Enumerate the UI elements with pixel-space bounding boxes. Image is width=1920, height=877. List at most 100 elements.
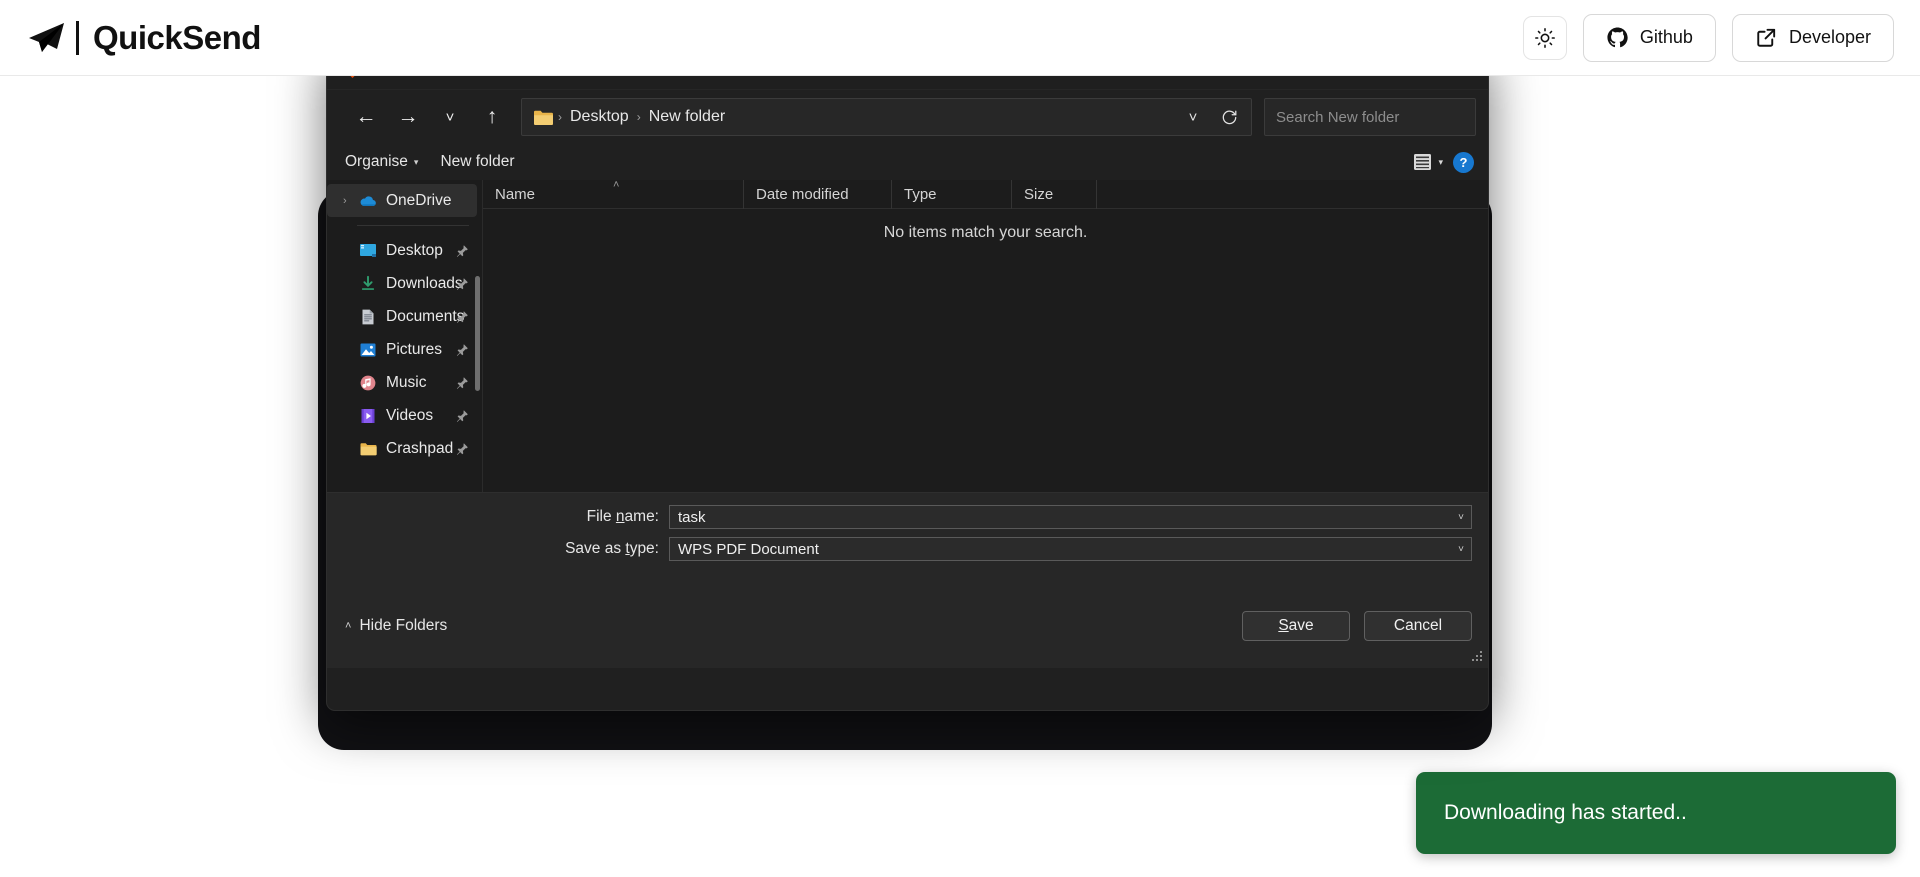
dialog-navbar: ← → ˅ ↑ › Desktop › New folder ˅ (327, 90, 1488, 144)
theme-toggle-button[interactable] (1522, 15, 1567, 60)
folder-icon (360, 442, 377, 455)
navigation-sidebar: › OneDrive Desktop Downloads Documents P… (327, 180, 483, 492)
dialog-command-bar: Organise ▾ New folder ▾ ? (327, 144, 1488, 180)
view-chevron-down-icon: ▾ (1438, 156, 1443, 167)
github-button-label: Github (1639, 27, 1693, 47)
refresh-icon[interactable] (1211, 100, 1247, 134)
sidebar-item-music[interactable]: Music (327, 366, 483, 399)
chevron-up-icon: ˄ (345, 620, 352, 632)
sun-icon (1534, 27, 1555, 48)
save-form: File name: task ˅ Save as type: WPS PDF … (327, 492, 1488, 584)
file-list: Name ˄ Date modified Type Size No items … (483, 178, 1488, 492)
empty-state-message: No items match your search. (883, 224, 1088, 241)
refresh-glyph (1222, 110, 1236, 124)
dialog-body: › OneDrive Desktop Downloads Documents P… (327, 178, 1488, 492)
sidebar-label-videos: Videos (386, 406, 434, 424)
sidebar-item-videos[interactable]: Videos (327, 399, 483, 432)
sidebar-item-pictures[interactable]: Pictures (327, 333, 483, 366)
brand-name: QuickSend (93, 18, 261, 56)
resize-grip-icon[interactable] (1471, 651, 1483, 663)
sidebar-divider (357, 225, 469, 226)
chevron-down-icon[interactable]: ˅ (1458, 544, 1467, 555)
breadcrumb-item-new-folder[interactable]: New folder (642, 103, 732, 131)
sidebar-scrollbar[interactable] (475, 276, 480, 391)
address-bar[interactable]: › Desktop › New folder ˅ (521, 98, 1252, 136)
github-button[interactable]: Github (1582, 13, 1716, 62)
sidebar-item-onedrive[interactable]: › OneDrive (327, 184, 477, 217)
external-link-icon (1757, 28, 1776, 47)
column-header-date-modified[interactable]: Date modified (743, 179, 891, 209)
sort-ascending-icon: ˄ (613, 178, 620, 191)
hide-folders-button[interactable]: ˄ Hide Folders (345, 617, 447, 635)
pin-icon[interactable] (456, 343, 469, 356)
column-label-size: Size (1024, 185, 1054, 203)
sidebar-label-downloads: Downloads (386, 274, 463, 292)
organise-button[interactable]: Organise ▾ (345, 153, 418, 171)
save-as-type-row: Save as type: WPS PDF Document ˅ (327, 537, 1488, 561)
pin-icon[interactable] (456, 376, 469, 389)
github-icon (1607, 27, 1628, 48)
column-label-name: Name (495, 185, 536, 203)
arrow-right-icon[interactable]: → (387, 98, 429, 136)
help-button[interactable]: ? (1453, 151, 1474, 173)
sidebar-label-pictures: Pictures (386, 340, 442, 358)
save-as-type-select[interactable]: WPS PDF Document ˅ (669, 537, 1472, 561)
sidebar-item-documents[interactable]: Documents (327, 300, 483, 333)
chevron-right-icon[interactable]: › (343, 195, 359, 207)
pin-icon[interactable] (456, 277, 469, 290)
search-input[interactable] (1276, 108, 1475, 126)
column-label-type: Type (904, 185, 937, 203)
new-folder-button[interactable]: New folder (440, 153, 514, 171)
videos-icon (361, 408, 375, 423)
file-name-row: File name: task ˅ (327, 505, 1488, 529)
list-view-icon (1414, 154, 1432, 170)
sidebar-label-documents: Documents (386, 307, 465, 325)
hide-folders-label: Hide Folders (359, 617, 448, 634)
sidebar-item-crashpad[interactable]: Crashpad (327, 432, 483, 465)
dialog-footer: ˄ Hide Folders Save Cancel (327, 584, 1488, 668)
pin-icon[interactable] (456, 310, 469, 323)
command-bar-right: ▾ ? (1414, 151, 1474, 173)
chevron-down-icon[interactable]: ˅ (1458, 512, 1467, 523)
brand-logo[interactable]: QuickSend (26, 19, 261, 57)
new-folder-label: New folder (440, 153, 515, 170)
pin-icon[interactable] (456, 244, 469, 257)
pin-icon[interactable] (456, 409, 469, 422)
onedrive-cloud-icon (360, 195, 376, 206)
file-name-value: task (678, 508, 706, 526)
sidebar-item-downloads[interactable]: Downloads (327, 267, 483, 300)
quicksend-page: Send files without limits. QuickSend (0, 0, 1920, 877)
sidebar-item-desktop[interactable]: Desktop (327, 234, 483, 267)
column-header-name[interactable]: Name ˄ (483, 178, 743, 209)
column-header-type[interactable]: Type (891, 179, 1011, 209)
column-header-filler (1096, 179, 1488, 209)
file-list-header: Name ˄ Date modified Type Size (483, 178, 1488, 209)
developer-button-label: Developer (1788, 27, 1871, 47)
file-name-input[interactable]: task ˅ (669, 505, 1472, 529)
documents-icon (362, 309, 374, 324)
pictures-icon (360, 343, 376, 356)
arrow-up-icon[interactable]: ↑ (471, 98, 513, 136)
downloads-icon (362, 275, 374, 290)
toast-notification: Downloading has started.. (1416, 772, 1896, 854)
search-box[interactable] (1264, 98, 1476, 136)
view-options-button[interactable]: ▾ (1414, 154, 1443, 170)
save-button[interactable]: Save (1242, 611, 1350, 641)
save-as-type-value: WPS PDF Document (678, 540, 819, 558)
sidebar-label-onedrive: OneDrive (386, 191, 452, 209)
breadcrumb-item-desktop[interactable]: Desktop (563, 103, 636, 131)
cancel-button[interactable]: Cancel (1364, 611, 1472, 641)
column-header-size[interactable]: Size (1011, 179, 1096, 209)
chevron-down-icon: ▾ (413, 156, 419, 167)
arrow-left-icon[interactable]: ← (345, 98, 387, 136)
paper-plane-icon (29, 22, 64, 52)
brand-divider (76, 20, 79, 55)
recent-locations-chevron-down-icon[interactable]: ˅ (429, 98, 471, 136)
footer-buttons: Save Cancel (1242, 611, 1472, 641)
address-chevron-down-icon[interactable]: ˅ (1175, 100, 1211, 134)
pin-icon[interactable] (456, 442, 469, 455)
folder-icon (534, 110, 553, 125)
developer-button[interactable]: Developer (1731, 13, 1894, 62)
desktop-icon (360, 243, 376, 257)
sidebar-label-music: Music (386, 373, 427, 391)
